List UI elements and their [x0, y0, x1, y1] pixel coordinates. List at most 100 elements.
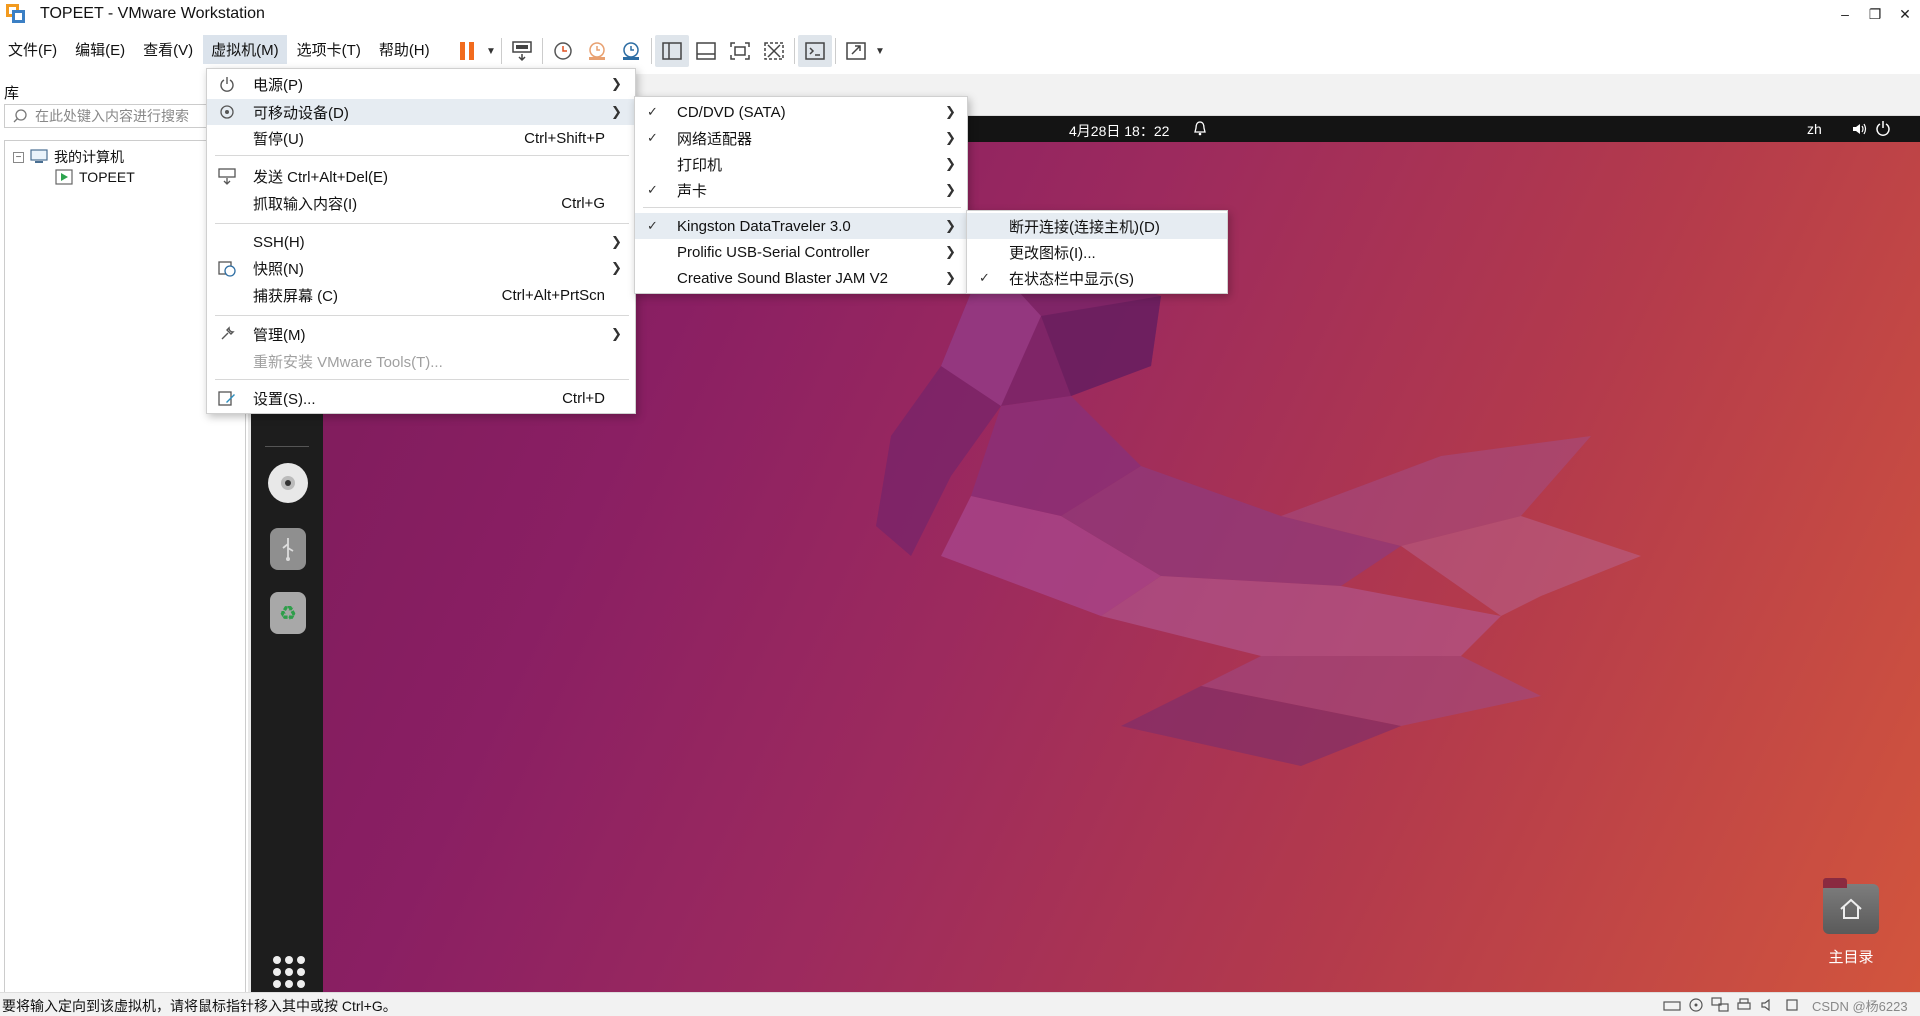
keyboard-send-icon: [217, 166, 237, 186]
submenu-item-creative[interactable]: Creative Sound Blaster JAM V2 ❯: [635, 265, 967, 291]
tree-item-vm-topeet[interactable]: TOPEET: [55, 169, 135, 185]
revert-snapshot-icon: [589, 42, 605, 60]
tree-item-my-computer[interactable]: − 我的计算机: [13, 147, 124, 167]
dock-trash-item[interactable]: ♻: [270, 592, 306, 634]
snapshot-manager-icon: [623, 42, 639, 60]
restore-button[interactable]: ❐: [1860, 0, 1890, 28]
submenu-item-network-adapter[interactable]: ✓ 网络适配器 ❯: [635, 125, 967, 151]
checkmark-icon: ✓: [647, 104, 658, 119]
device-tray: [1660, 996, 1804, 1014]
search-icon: [13, 109, 27, 123]
submenu-arrow-icon: ❯: [945, 130, 956, 145]
snapshot-clock-icon: [554, 42, 572, 60]
submenu-item-printer[interactable]: 打印机 ❯: [635, 151, 967, 177]
menu-vm[interactable]: 虚拟机(M): [203, 34, 287, 64]
svg-text:♻: ♻: [279, 601, 297, 625]
usb-drive-icon: [282, 538, 294, 561]
vm-dropdown-menu: 电源(P) ❯ 可移动设备(D) ❯ 暂停(U) Ctrl+Shift+P 发送…: [206, 68, 636, 414]
submenu-item-sound-card[interactable]: ✓ 声卡 ❯: [635, 177, 967, 203]
tray-sound-icon[interactable]: [1756, 996, 1780, 1014]
menu-item-power[interactable]: 电源(P) ❯: [207, 71, 635, 97]
submenu-arrow-icon: ❯: [611, 234, 622, 249]
stretch-button[interactable]: [839, 35, 873, 67]
menu-item-send-cad[interactable]: 发送 Ctrl+Alt+Del(E): [207, 163, 635, 189]
guest-input-method[interactable]: zh: [1807, 121, 1822, 137]
tray-hdd-icon[interactable]: [1660, 996, 1684, 1014]
desktop-home-folder[interactable]: 主目录: [1811, 878, 1891, 967]
close-button[interactable]: ✕: [1890, 0, 1920, 28]
collapse-expander[interactable]: −: [13, 151, 24, 163]
menu-bar: 文件(F) 编辑(E) 查看(V) 虚拟机(M) 选项卡(T) 帮助(H): [0, 32, 440, 66]
watermark-text: CSDN @杨6223: [1812, 999, 1908, 1014]
revert-snapshot-button[interactable]: [580, 35, 614, 67]
submenu-arrow-icon: ❯: [611, 260, 622, 275]
tree-my-computer-label: 我的计算机: [54, 149, 124, 165]
menu-item-reinstall-tools: 重新安装 VMware Tools(T)...: [253, 353, 443, 371]
vmware-logo-icon: [6, 4, 26, 24]
dock-usb-item[interactable]: [270, 528, 306, 570]
menu-item-ssh[interactable]: SSH(H) ❯: [207, 229, 635, 255]
power-icon[interactable]: [1875, 120, 1891, 136]
submenu-arrow-icon: ❯: [945, 182, 956, 197]
volume-icon[interactable]: [1851, 121, 1867, 137]
menu-item-snapshot[interactable]: 快照(N) ❯: [207, 255, 635, 281]
library-search-placeholder: 在此处键入内容进行搜索: [35, 108, 189, 124]
menu-edit[interactable]: 编辑(E): [67, 35, 133, 64]
minimize-button[interactable]: –: [1830, 0, 1860, 28]
device-item-show-in-statusbar[interactable]: ✓ 在状态栏中显示(S): [967, 265, 1227, 291]
power-icon: [217, 74, 237, 94]
menu-item-manage[interactable]: 管理(M) ❯: [207, 321, 635, 347]
tray-cd-icon[interactable]: [1684, 996, 1708, 1014]
device-item-change-icon[interactable]: 更改图标(I)...: [967, 239, 1227, 265]
guest-clock[interactable]: 4月28日 18：22: [1069, 121, 1169, 141]
keyboard-send-icon: [512, 41, 532, 62]
submenu-item-kingston[interactable]: ✓ Kingston DataTraveler 3.0 ❯: [635, 213, 967, 239]
kingston-device-submenu: 断开连接(连接主机)(D) 更改图标(I)... ✓ 在状态栏中显示(S): [966, 210, 1228, 294]
stretch-icon: [846, 42, 866, 60]
stretch-dropdown-caret[interactable]: ▼: [873, 46, 887, 57]
device-item-disconnect[interactable]: 断开连接(连接主机)(D): [967, 213, 1227, 239]
menu-item-grab-input[interactable]: 抓取输入内容(I) Ctrl+G: [207, 190, 635, 216]
unity-mode-icon: [764, 42, 784, 60]
menu-item-settings[interactable]: 设置(S)... Ctrl+D: [207, 385, 635, 411]
submenu-item-cd-dvd[interactable]: ✓ CD/DVD (SATA) ❯: [635, 99, 967, 125]
menu-view[interactable]: 查看(V): [135, 35, 201, 64]
cd-disc-icon: [268, 463, 308, 503]
computer-icon: [30, 149, 48, 163]
console-view-button[interactable]: [798, 35, 832, 67]
dock-cd-item[interactable]: [267, 462, 309, 504]
tray-usb-icon[interactable]: [1780, 996, 1804, 1014]
show-apps-grid-icon[interactable]: [273, 956, 305, 988]
menu-tabs[interactable]: 选项卡(T): [289, 35, 369, 64]
menu-file[interactable]: 文件(F): [0, 35, 65, 64]
menu-item-removable-devices[interactable]: 可移动设备(D) ❯: [207, 99, 635, 125]
home-folder-label: 主目录: [1828, 949, 1874, 966]
submenu-item-prolific[interactable]: Prolific USB-Serial Controller ❯: [635, 239, 967, 265]
show-library-button[interactable]: [655, 35, 689, 67]
unity-button[interactable]: [757, 35, 791, 67]
checkmark-icon: ✓: [979, 270, 990, 285]
snapshot-button[interactable]: [546, 35, 580, 67]
tray-printer-icon[interactable]: [1732, 996, 1756, 1014]
send-ctrl-alt-del-button[interactable]: [505, 35, 539, 67]
checkmark-icon: ✓: [647, 218, 658, 233]
console-icon: [805, 42, 825, 60]
menu-item-capture-screen[interactable]: 捕获屏幕 (C) Ctrl+Alt+PrtScn: [207, 282, 635, 308]
pause-dropdown-caret[interactable]: ▼: [484, 46, 498, 57]
status-message: 要将输入定向到该虚拟机，请将鼠标指针移入其中或按 Ctrl+G。: [2, 998, 397, 1014]
title-bar: TOPEET - VMware Workstation – ❐ ✕: [0, 0, 1920, 28]
checkmark-icon: ✓: [647, 130, 658, 145]
menu-item-pause[interactable]: 暂停(U) Ctrl+Shift+P: [207, 125, 635, 151]
pause-button[interactable]: [450, 35, 484, 67]
snapshot-manager-button[interactable]: [614, 35, 648, 67]
submenu-arrow-icon: ❯: [945, 218, 956, 233]
trash-recycle-icon: ♻: [279, 601, 297, 625]
notification-bell-icon[interactable]: [1193, 120, 1207, 136]
removable-device-icon: [217, 102, 237, 122]
fullscreen-button[interactable]: [723, 35, 757, 67]
tray-network-icon[interactable]: [1708, 996, 1732, 1014]
menu-help[interactable]: 帮助(H): [371, 35, 438, 64]
submenu-arrow-icon: ❯: [611, 326, 622, 341]
thumbnail-bar-button[interactable]: [689, 35, 723, 67]
submenu-arrow-icon: ❯: [945, 244, 956, 259]
